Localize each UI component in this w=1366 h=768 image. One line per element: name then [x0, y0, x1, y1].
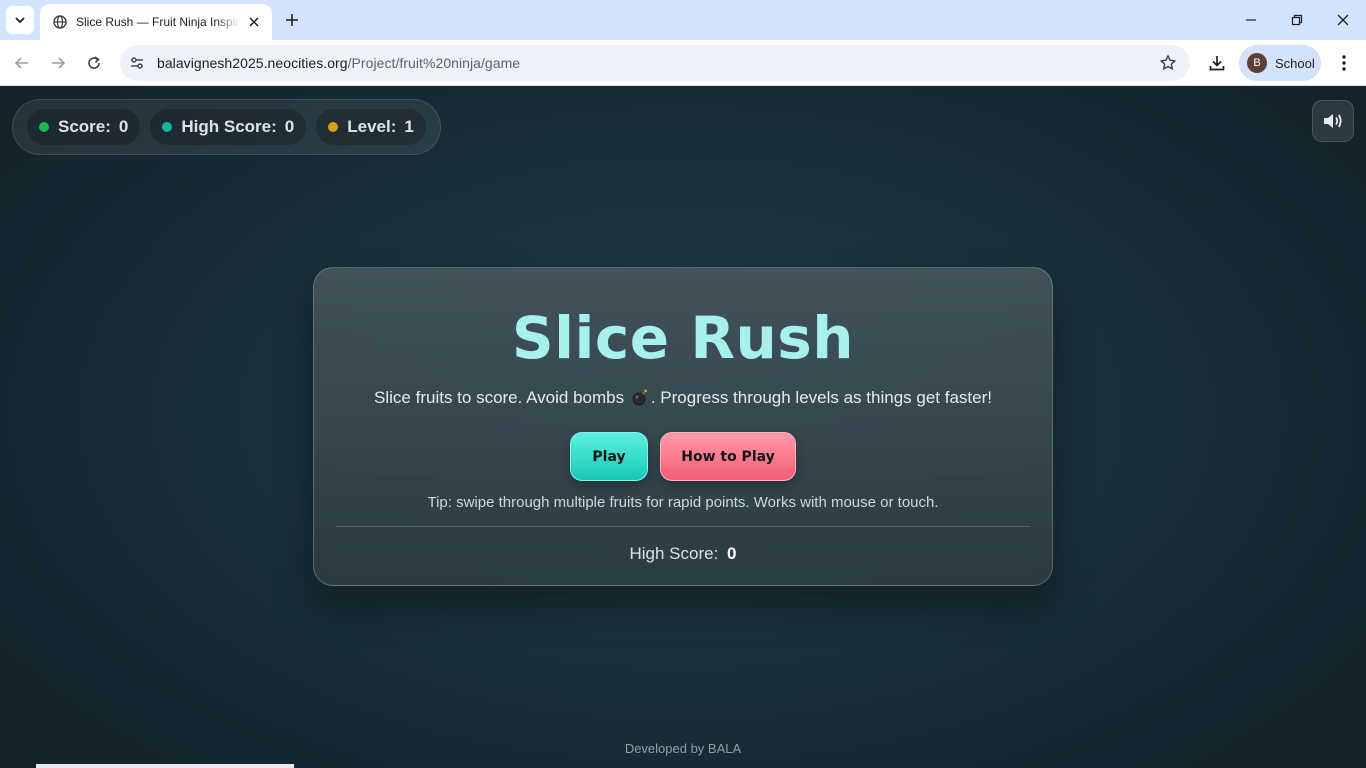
bookmark-star-icon[interactable] [1158, 53, 1178, 73]
level-value: 1 [404, 117, 414, 136]
minimize-icon [1246, 19, 1256, 21]
downloads-button[interactable] [1202, 48, 1232, 78]
score-dot [39, 122, 49, 132]
tip-text: Tip: swipe through multiple fruits for r… [427, 494, 939, 511]
level-dot [328, 122, 339, 132]
url-path: /Project/fruit%20ninja/game [347, 55, 521, 71]
reload-button[interactable] [79, 48, 109, 78]
plus-icon [286, 14, 298, 26]
url-text: balavignesh2025.neocities.org/Project/fr… [157, 55, 520, 71]
footer-credit: Developed by BALA [624, 741, 742, 756]
restore-button[interactable] [1274, 0, 1320, 40]
score-pill: Score: 0 [27, 109, 141, 145]
avatar: B [1247, 53, 1267, 73]
how-to-play-button[interactable]: How to Play [660, 432, 796, 481]
level-label: Level: [347, 117, 397, 136]
game-title: Slice Rush [511, 304, 855, 372]
menu-high-score-value: 0 [727, 544, 737, 563]
high-score-pill: High Score: 0 [150, 109, 307, 145]
url-host: balavignesh2025.neocities.org [157, 55, 348, 71]
arrow-left-icon [14, 57, 28, 69]
address-bar[interactable]: balavignesh2025.neocities.org/Project/fr… [120, 45, 1190, 81]
restore-icon [1291, 14, 1303, 26]
close-tab-icon[interactable] [246, 14, 262, 30]
back-button[interactable] [7, 48, 37, 78]
menu-high-score-label: High Score: [629, 544, 719, 563]
description-text-start: Slice fruits to score. Avoid bombs [374, 388, 625, 407]
score-value: 0 [118, 117, 129, 136]
hud-bar: Score: 0 High Score: 0 Level: 1 [12, 99, 441, 155]
game-description: Slice fruits to score. Avoid bombs . Pro… [314, 388, 1052, 411]
arrow-right-icon [52, 57, 66, 69]
more-vertical-icon [1342, 55, 1346, 71]
divider [336, 526, 1030, 527]
tab-title: Slice Rush — Fruit Ninja Inspired [76, 15, 240, 29]
speaker-icon [1324, 114, 1342, 128]
score-label: Score: [58, 117, 111, 136]
profile-name: School [1275, 55, 1315, 71]
browser-tab-active[interactable]: Slice Rush — Fruit Ninja Inspired [40, 4, 272, 40]
sound-toggle-button[interactable] [1312, 100, 1354, 142]
bomb-icon [631, 388, 649, 411]
reload-icon [88, 56, 100, 69]
high-score-dot [162, 122, 173, 132]
globe-icon [52, 14, 68, 30]
game-viewport[interactable]: Score: 0 High Score: 0 Level: 1 Slice Ru… [0, 87, 1366, 768]
menu-high-score: High Score: 0 [314, 544, 1052, 564]
forward-button[interactable] [43, 48, 73, 78]
close-window-button[interactable] [1320, 0, 1366, 40]
site-info-icon[interactable] [122, 48, 152, 78]
level-pill: Level: 1 [316, 109, 426, 145]
close-icon [1337, 14, 1349, 26]
bottom-bar-fragment [36, 764, 294, 768]
tab-search-button[interactable] [6, 6, 34, 34]
browser-menu-button[interactable] [1330, 48, 1358, 78]
download-icon [1209, 56, 1225, 71]
minimize-button[interactable] [1228, 0, 1274, 40]
profile-button[interactable]: B School [1239, 45, 1321, 81]
high-score-value: 0 [284, 117, 295, 136]
new-tab-button[interactable] [280, 8, 304, 32]
chevron-down-icon [15, 17, 25, 24]
browser-toolbar: balavignesh2025.neocities.org/Project/fr… [0, 40, 1366, 86]
play-button[interactable]: Play [570, 432, 648, 481]
description-text-end: . Progress through levels as things get … [650, 388, 992, 407]
high-score-label: High Score: [181, 117, 277, 136]
start-menu-card: Slice Rush Slice fruits to score. Avoid … [313, 267, 1053, 586]
browser-tab-bar: Slice Rush — Fruit Ninja Inspired [0, 0, 1366, 40]
